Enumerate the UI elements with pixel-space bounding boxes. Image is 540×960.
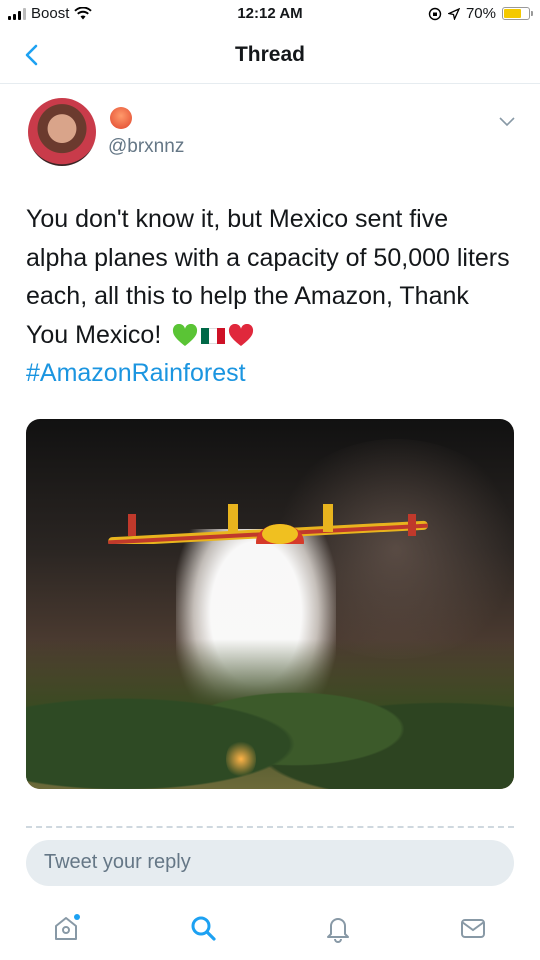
tweet-text: You don't know it, but Mexico sent five … xyxy=(26,200,516,393)
status-bar: Boost 12:12 AM 70% xyxy=(0,0,540,30)
green-heart-icon xyxy=(173,323,198,346)
divider xyxy=(26,826,514,828)
home-icon xyxy=(55,914,80,940)
mexico-flag-icon xyxy=(201,327,226,344)
battery-fill xyxy=(504,9,521,18)
search-icon xyxy=(191,916,216,941)
orientation-lock-icon xyxy=(428,7,442,20)
tab-bar xyxy=(0,896,540,960)
red-heart-icon xyxy=(229,323,254,346)
flushed-face-emoji-icon xyxy=(110,107,132,129)
battery-percent: 70% xyxy=(465,5,496,22)
nav-bar: Thread xyxy=(0,30,540,84)
chevron-down-icon[interactable] xyxy=(498,116,516,128)
mail-icon xyxy=(461,919,485,938)
tweet-photo[interactable] xyxy=(26,419,514,789)
fire-glow xyxy=(226,739,256,779)
avatar[interactable] xyxy=(28,98,96,166)
tab-messages[interactable] xyxy=(453,908,493,948)
reply-input[interactable]: Tweet your reply xyxy=(26,840,514,886)
tweet-emojis xyxy=(172,323,254,348)
tweet-body: You don't know it, but Mexico sent five … xyxy=(26,205,510,349)
page-title: Thread xyxy=(234,43,305,66)
user-handle[interactable]: @brxnnz xyxy=(108,136,184,158)
forest xyxy=(26,639,514,789)
bell-icon xyxy=(327,918,349,943)
hashtag-link[interactable]: #AmazonRainforest xyxy=(26,354,516,393)
location-icon xyxy=(447,7,460,20)
tab-search[interactable] xyxy=(183,908,223,948)
firefighting-plane-icon xyxy=(108,504,428,544)
tab-notifications[interactable] xyxy=(318,908,358,948)
status-right: 70% xyxy=(428,5,533,22)
battery-icon xyxy=(502,7,533,20)
tab-home[interactable] xyxy=(46,908,86,948)
